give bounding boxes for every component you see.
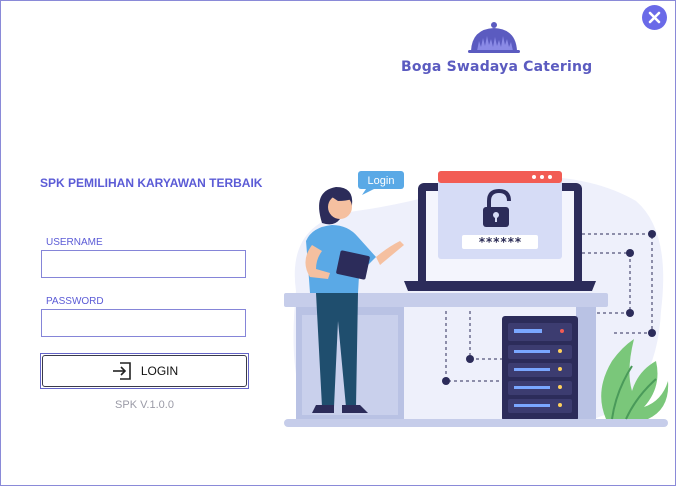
login-window: Boga Swadaya Catering SPK PEMILIHAN KARY… bbox=[0, 0, 676, 486]
server-icon bbox=[502, 316, 578, 421]
password-input[interactable] bbox=[41, 309, 246, 337]
brand-name: Boga Swadaya Catering bbox=[401, 59, 593, 75]
close-button[interactable] bbox=[642, 5, 667, 30]
version-label: SPK V.1.0.0 bbox=[115, 399, 174, 411]
login-label: LOGIN bbox=[140, 364, 179, 378]
username-input[interactable] bbox=[41, 250, 246, 278]
login-icon bbox=[112, 362, 131, 380]
speech-bubble-text: Login bbox=[368, 175, 395, 187]
app-title: SPK PEMILIHAN KARYAWAN TERBAIK bbox=[40, 176, 263, 190]
laptop-icon bbox=[404, 171, 596, 291]
password-label: PASSWORD bbox=[46, 296, 104, 307]
login-button[interactable]: LOGIN bbox=[40, 353, 249, 389]
login-button-inner: LOGIN bbox=[42, 355, 247, 387]
close-icon bbox=[648, 11, 661, 24]
cloche-icon bbox=[468, 22, 520, 53]
username-label: USERNAME bbox=[46, 237, 103, 248]
login-illustration: ****** Login bbox=[284, 171, 669, 427]
brand: Boga Swadaya Catering bbox=[401, 21, 593, 81]
password-mask: ****** bbox=[478, 235, 521, 249]
floor bbox=[284, 419, 668, 427]
